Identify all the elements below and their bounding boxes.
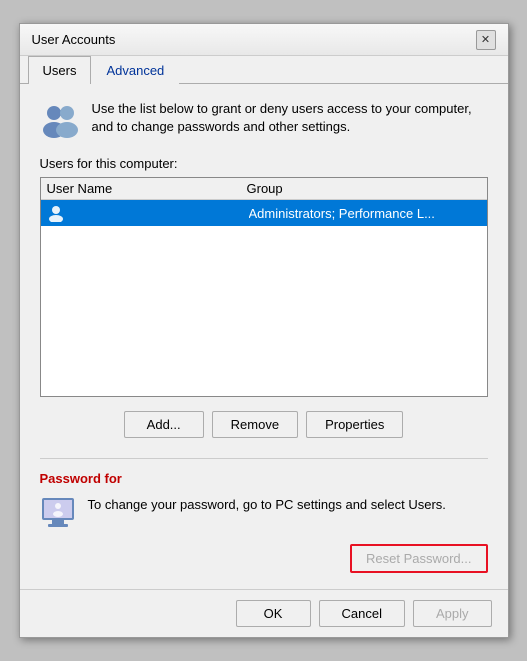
table-header: User Name Group xyxy=(41,178,487,200)
dialog-title: User Accounts xyxy=(32,32,116,47)
add-button[interactable]: Add... xyxy=(124,411,204,438)
users-icon xyxy=(40,100,80,140)
main-content: Use the list below to grant or deny user… xyxy=(20,84,508,589)
password-description: To change your password, go to PC settin… xyxy=(88,496,488,514)
ok-button[interactable]: OK xyxy=(236,600,311,627)
remove-button[interactable]: Remove xyxy=(212,411,298,438)
title-bar: User Accounts ✕ xyxy=(20,24,508,56)
description-row: Use the list below to grant or deny user… xyxy=(40,100,488,140)
table-row[interactable]: Administrators; Performance L... xyxy=(41,200,487,226)
computer-icon xyxy=(40,496,76,532)
dialog-footer: OK Cancel Apply xyxy=(20,589,508,637)
user-table: User Name Group Administrators; Performa… xyxy=(40,177,488,397)
password-row: To change your password, go to PC settin… xyxy=(40,496,488,532)
cancel-button[interactable]: Cancel xyxy=(319,600,405,627)
column-header-group: Group xyxy=(247,181,481,196)
user-row-icon xyxy=(47,204,65,222)
password-section-title: Password for xyxy=(40,471,488,486)
tab-advanced[interactable]: Advanced xyxy=(91,56,179,84)
table-actions: Add... Remove Properties xyxy=(40,411,488,438)
user-row-group: Administrators; Performance L... xyxy=(249,206,481,221)
user-accounts-dialog: User Accounts ✕ Users Advanced Use the l… xyxy=(19,23,509,638)
tab-bar: Users Advanced xyxy=(20,56,508,84)
description-text: Use the list below to grant or deny user… xyxy=(92,100,488,136)
password-section: Password for To change your password, go… xyxy=(40,458,488,573)
properties-button[interactable]: Properties xyxy=(306,411,403,438)
close-button[interactable]: ✕ xyxy=(476,30,496,50)
users-section-label: Users for this computer: xyxy=(40,156,488,171)
apply-button[interactable]: Apply xyxy=(413,600,492,627)
reset-password-button[interactable]: Reset Password... xyxy=(350,544,488,573)
tab-users[interactable]: Users xyxy=(28,56,92,84)
column-header-username: User Name xyxy=(47,181,247,196)
